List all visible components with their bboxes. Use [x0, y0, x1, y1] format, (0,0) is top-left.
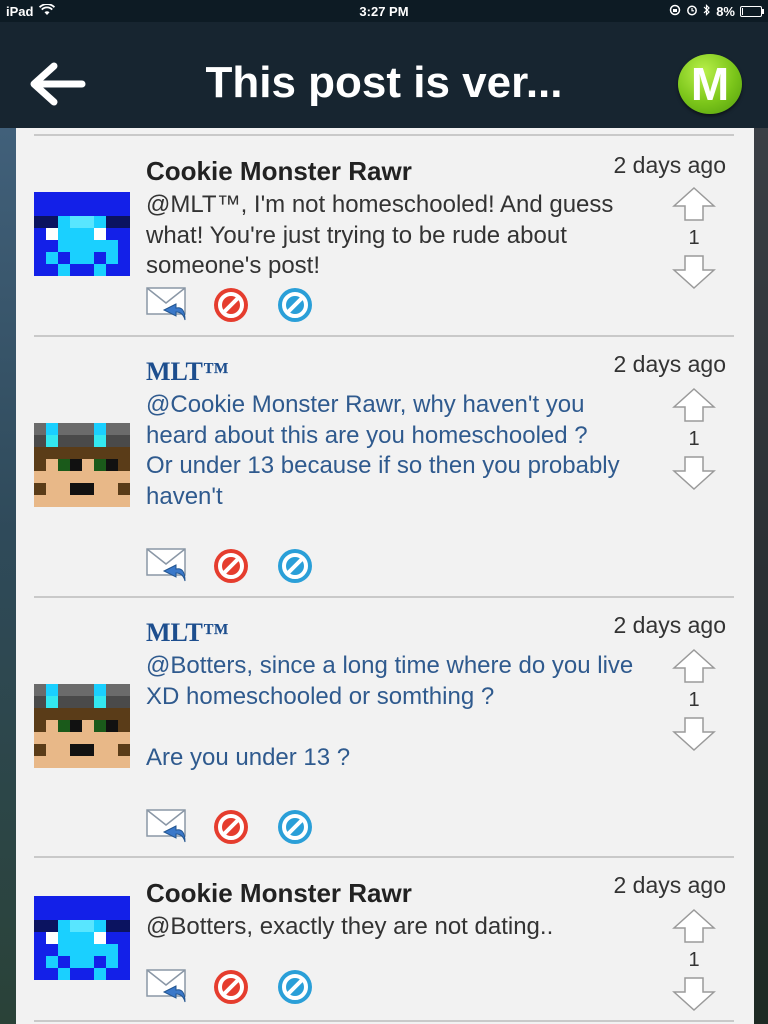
avatar[interactable] [34, 423, 130, 507]
vote-control: 1 [670, 186, 718, 290]
alarm-icon [686, 4, 698, 19]
vote-count: 1 [688, 689, 700, 711]
upvote-arrow-icon[interactable] [670, 387, 718, 423]
vote-count: 1 [688, 949, 700, 971]
comment-time: 2 days ago [613, 872, 726, 898]
comment-time: 2 days ago [613, 351, 726, 377]
comment-time: 2 days ago [613, 612, 726, 638]
comment-text: @Cookie Monster Rawr, why haven't you he… [146, 391, 620, 510]
report-icon[interactable] [210, 968, 252, 1006]
report-icon[interactable] [210, 808, 252, 846]
block-icon[interactable] [274, 808, 316, 846]
battery-percent: 8% [716, 4, 735, 19]
upvote-arrow-icon[interactable] [670, 908, 718, 944]
report-icon[interactable] [210, 547, 252, 585]
status-time: 3:27 PM [359, 4, 409, 19]
comment-item: MLT™ 2 days ago @Botters, since a long t… [34, 596, 734, 857]
downvote-arrow-icon[interactable] [670, 455, 718, 491]
status-bar: iPad 3:27 PM 8% [0, 0, 768, 22]
vote-control: 1 [670, 387, 718, 491]
lock-rotation-icon [669, 4, 681, 19]
background-right [754, 128, 768, 1024]
comment-time: 2 days ago [613, 152, 726, 178]
reply-envelope-icon[interactable] [146, 968, 188, 1006]
downvote-arrow-icon[interactable] [670, 716, 718, 752]
avatar[interactable] [34, 684, 130, 768]
comment-text: @Botters, exactly they are not dating.. [146, 913, 554, 940]
background-left [0, 128, 16, 1024]
report-icon[interactable] [210, 286, 252, 324]
bluetooth-icon [703, 4, 711, 19]
comment-author[interactable]: MLT™ [146, 357, 229, 387]
upvote-arrow-icon[interactable] [670, 186, 718, 222]
block-icon[interactable] [274, 286, 316, 324]
downvote-arrow-icon[interactable] [670, 254, 718, 290]
app-logo-button[interactable]: M [678, 54, 742, 114]
reply-envelope-icon[interactable] [146, 547, 188, 585]
downvote-arrow-icon[interactable] [670, 976, 718, 1012]
comment-text: @MLT™, I'm not homeschooled! And guess w… [146, 191, 614, 279]
comment-author[interactable]: MLT™ [146, 618, 229, 648]
vote-count: 1 [688, 227, 700, 249]
battery-icon [740, 6, 764, 17]
comment-list[interactable]: Cookie Monster Rawr 2 days ago @MLT™, I'… [16, 128, 754, 1024]
navigation-bar: This post is ver... M [0, 22, 768, 128]
upvote-arrow-icon[interactable] [670, 648, 718, 684]
comment-author[interactable]: Cookie Monster Rawr [146, 878, 412, 909]
page-title: This post is ver... [205, 58, 563, 107]
block-icon[interactable] [274, 547, 316, 585]
comment-item: MLT™ 2 days ago @Cookie Monster Rawr, wh… [34, 335, 734, 597]
comment-author[interactable]: Cookie Monster Rawr [146, 156, 412, 187]
reply-envelope-icon[interactable] [146, 286, 188, 324]
block-icon[interactable] [274, 968, 316, 1006]
vote-count: 1 [688, 428, 700, 450]
reply-envelope-icon[interactable] [146, 808, 188, 846]
comment-text: @Botters, since a long time where do you… [146, 652, 634, 771]
vote-control: 1 [670, 908, 718, 1012]
avatar[interactable] [34, 192, 130, 276]
avatar[interactable] [34, 896, 130, 980]
comment-item: Cookie Monster Rawr 2 days ago @MLT™, I'… [34, 134, 734, 336]
comment-item: Cookie Monster Rawr 2 days ago @Botters,… [34, 856, 734, 1022]
vote-control: 1 [670, 648, 718, 752]
